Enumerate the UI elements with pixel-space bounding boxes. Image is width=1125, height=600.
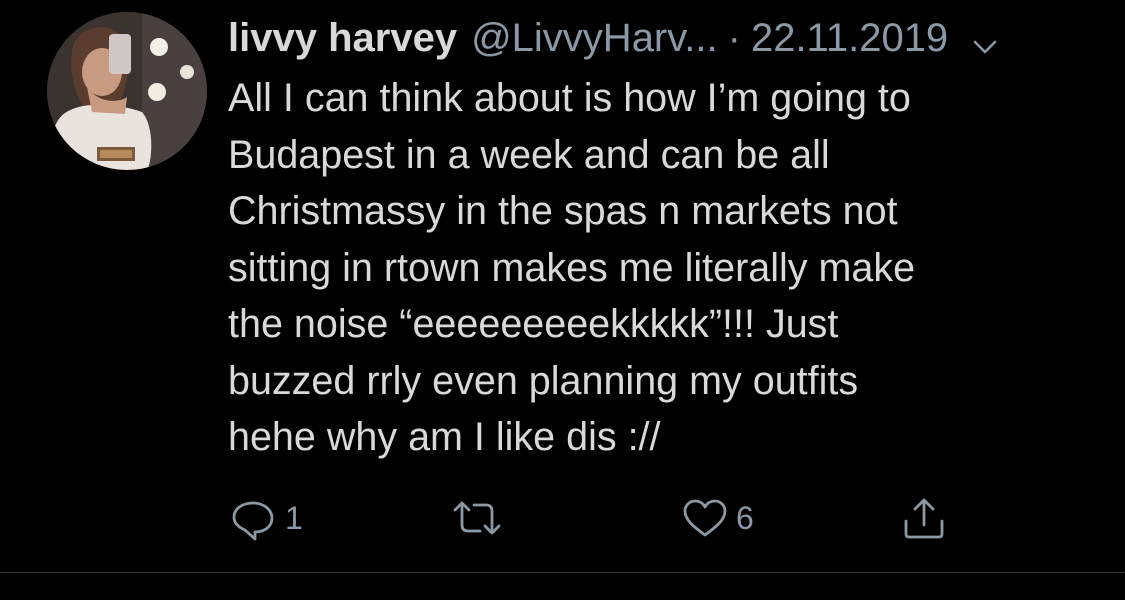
user-handle[interactable]: @LivvyHarv...	[471, 12, 718, 64]
reply-button[interactable]: 1	[229, 494, 303, 542]
divider	[0, 572, 1125, 573]
chevron-down-icon[interactable]	[970, 23, 1000, 54]
share-icon	[900, 494, 948, 542]
tweet-header: livvy harvey @LivvyHarv... · 22.11.2019	[228, 12, 1088, 64]
like-button[interactable]: 6	[680, 494, 754, 542]
separator-dot: ·	[727, 16, 741, 60]
tweet-actions: 1 6	[0, 494, 1125, 542]
heart-icon	[680, 494, 730, 542]
tweet-date[interactable]: 22.11.2019	[751, 12, 948, 64]
share-button[interactable]	[900, 494, 948, 542]
avatar[interactable]	[47, 12, 207, 170]
reply-count: 1	[285, 499, 303, 536]
retweet-icon	[449, 494, 505, 542]
retweet-button[interactable]	[449, 494, 511, 542]
tweet[interactable]: livvy harvey @LivvyHarv... · 22.11.2019 …	[0, 0, 1125, 572]
like-count: 6	[736, 499, 754, 536]
tweet-text: All I can think about is how I’m going t…	[228, 76, 916, 459]
reply-icon	[229, 494, 279, 542]
display-name[interactable]: livvy harvey	[228, 12, 457, 64]
